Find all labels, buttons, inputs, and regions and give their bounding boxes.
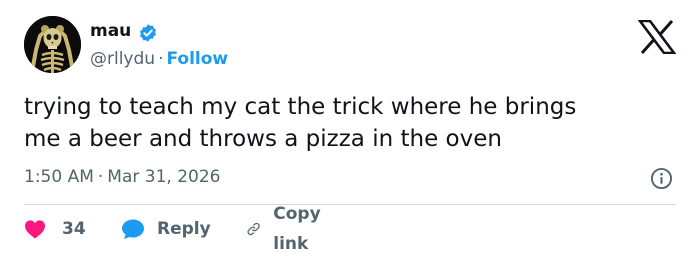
like-button[interactable]: 34 [24, 214, 86, 244]
link-icon [247, 222, 260, 236]
tweet-text-line: trying to teach my cat the trick where h… [24, 94, 577, 120]
x-logo-icon[interactable] [638, 20, 676, 54]
author-name[interactable]: mau [90, 19, 131, 43]
follow-button[interactable]: Follow [166, 49, 228, 69]
separator-dot: · [97, 167, 104, 187]
copy-link-button[interactable]: Copy link [246, 204, 329, 254]
timestamp-link[interactable]: 1:50 AM · Mar 31, 2026 [24, 165, 220, 189]
tweet-card: mau @rllydu · Follow trying to teach my ca… [0, 0, 700, 256]
reply-label: Reply [157, 219, 211, 239]
reply-button[interactable]: Reply [121, 214, 211, 244]
verified-badge-icon [140, 24, 156, 42]
separator-dot: · [158, 49, 164, 69]
tweet-text-line: me a beer and throws a pizza in the oven [24, 126, 502, 152]
author-handle-row: @rllydu · Follow [90, 47, 228, 71]
heart-icon [25, 220, 45, 239]
avatar[interactable] [24, 16, 81, 73]
like-count: 34 [62, 219, 86, 239]
author-handle[interactable]: @rllydu [90, 49, 155, 69]
speech-bubble-icon [122, 219, 144, 239]
tweet-date: Mar 31, 2026 [107, 167, 221, 187]
skeleton-avatar-image [24, 16, 81, 73]
info-icon[interactable] [650, 167, 673, 190]
tweet-time: 1:50 AM [24, 167, 94, 187]
tweet-text: trying to teach my cat the trick where h… [24, 91, 674, 155]
divider [24, 204, 676, 205]
copy-link-label: Copy link [273, 204, 321, 254]
